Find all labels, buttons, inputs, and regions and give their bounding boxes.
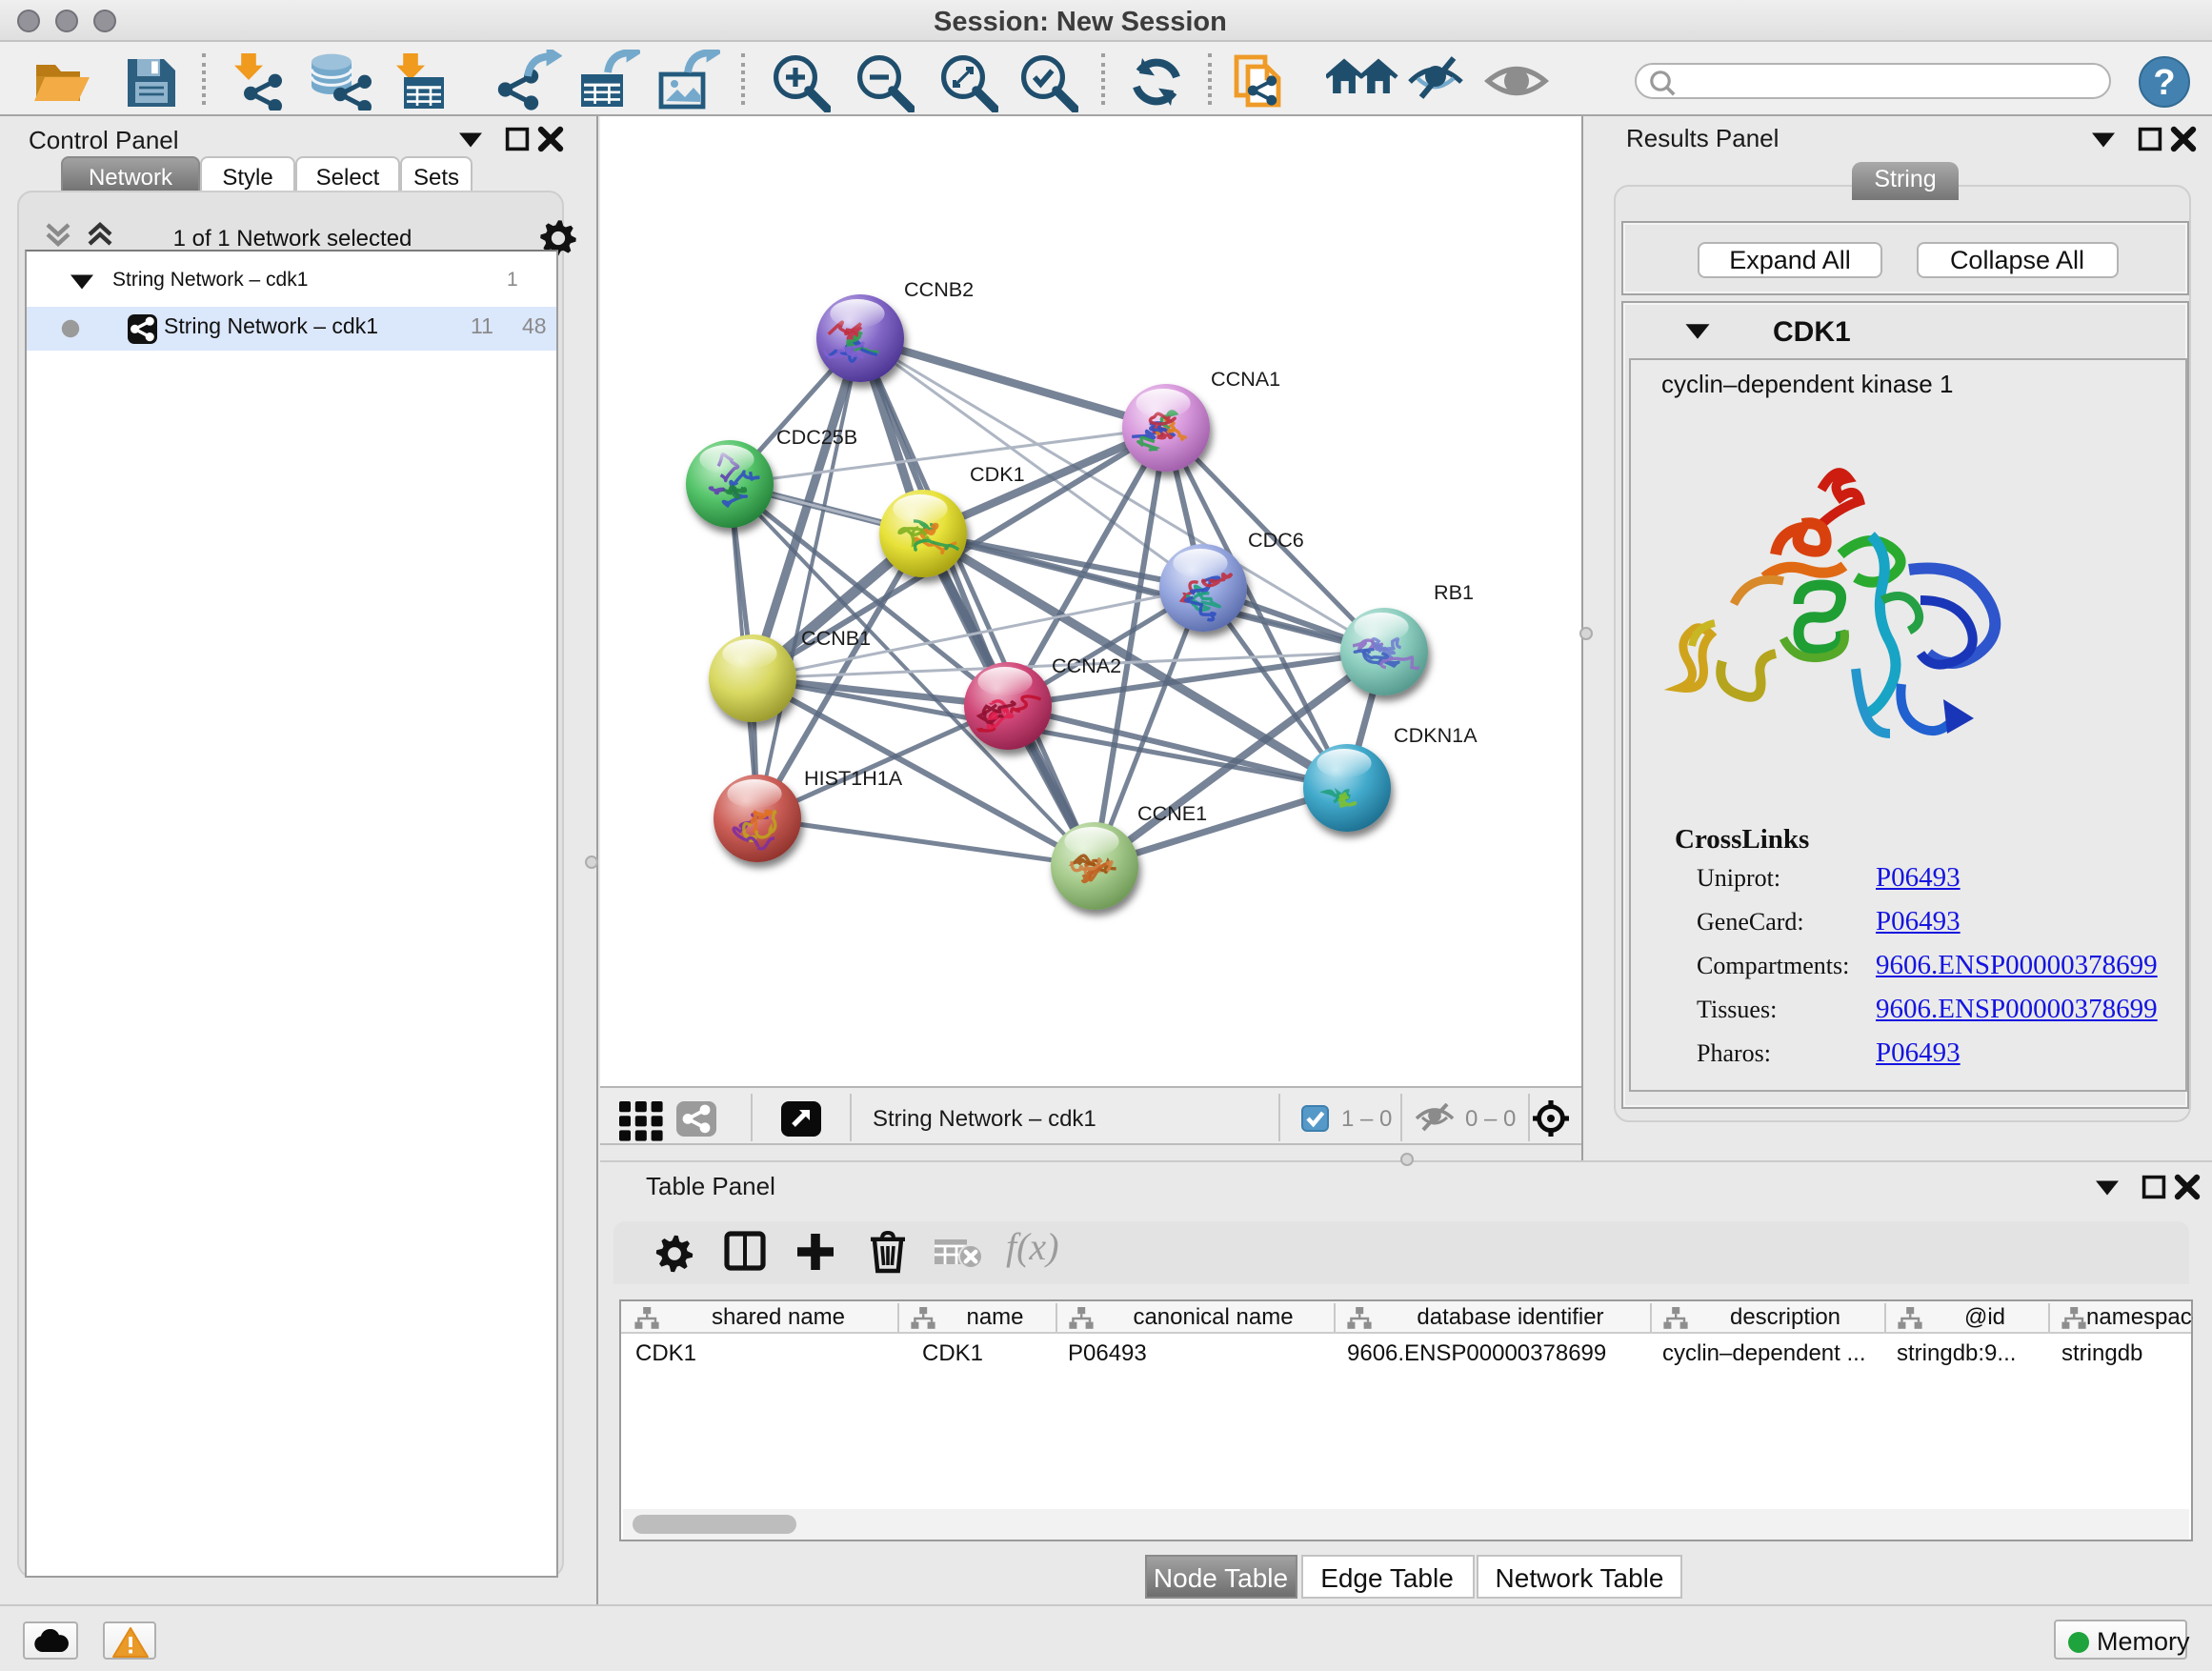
svg-text:CCNB2: CCNB2 xyxy=(904,277,974,301)
svg-text:CDK1: CDK1 xyxy=(970,462,1025,486)
svg-text:HIST1H1A: HIST1H1A xyxy=(804,766,903,790)
svg-text:CDC25B: CDC25B xyxy=(776,425,857,449)
svg-text:CCNE1: CCNE1 xyxy=(1137,801,1207,825)
svg-text:CDC6: CDC6 xyxy=(1248,528,1304,552)
svg-text:CCNA2: CCNA2 xyxy=(1052,654,1121,677)
svg-text:RB1: RB1 xyxy=(1434,580,1474,604)
svg-text:CDKN1A: CDKN1A xyxy=(1394,723,1478,747)
svg-text:CCNB1: CCNB1 xyxy=(801,626,871,650)
svg-text:?: ? xyxy=(2153,62,2175,102)
svg-text:CCNA1: CCNA1 xyxy=(1211,367,1280,391)
